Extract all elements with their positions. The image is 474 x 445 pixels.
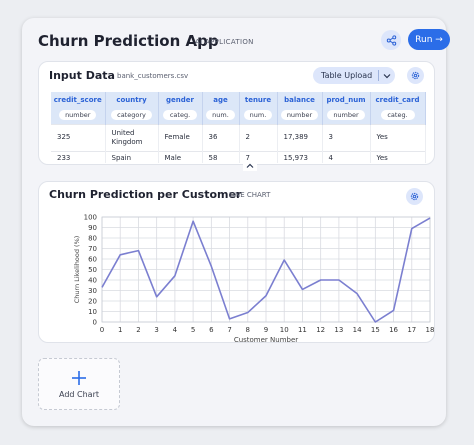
column-type-select[interactable]: num. (206, 110, 235, 121)
chevron-up-icon (246, 163, 254, 168)
x-tick-label: 13 (334, 326, 343, 334)
y-tick-label: 50 (88, 266, 97, 274)
y-tick-label: 30 (88, 287, 97, 295)
table-cell: 17,389 (277, 123, 323, 151)
column-header[interactable]: tenure (239, 92, 278, 107)
app-window: Churn Prediction App AI APPLICATION Run … (22, 18, 450, 426)
x-tick-label: 12 (316, 326, 325, 334)
table-cell: United Kingdom (105, 123, 159, 151)
table-cell: 58 (202, 150, 240, 163)
x-tick-label: 0 (100, 326, 104, 334)
table-cell: 2 (239, 123, 278, 151)
app-header: Churn Prediction App AI APPLICATION Run … (38, 29, 450, 52)
share-button[interactable] (381, 30, 401, 50)
column-header[interactable]: prod_num (322, 92, 371, 107)
x-tick-label: 11 (298, 326, 307, 334)
y-tick-label: 100 (84, 214, 97, 222)
table-cell: 36 (202, 123, 240, 151)
x-tick-label: 7 (227, 326, 231, 334)
column-type-select[interactable]: number (327, 110, 365, 121)
input-filename: bank_customers.csv (117, 72, 189, 80)
input-data-table: credit_score country gender age tenure b… (51, 92, 426, 163)
x-tick-label: 4 (173, 326, 178, 334)
column-type-select[interactable]: categ. (380, 110, 415, 121)
x-tick-label: 5 (191, 326, 195, 334)
chart-card: Churn Prediction per Customer LINE CHART… (38, 181, 435, 345)
table-cell: Female (158, 123, 203, 151)
x-tick-label: 14 (353, 326, 362, 334)
share-icon (386, 34, 396, 46)
y-tick-label: 20 (88, 298, 97, 306)
column-header[interactable]: country (105, 92, 159, 107)
table-cell: 15,973 (277, 150, 323, 163)
x-axis-label: Customer Number (234, 336, 298, 344)
table-row: 325 United Kingdom Female 36 2 17,389 3 … (51, 123, 426, 151)
x-tick-label: 10 (280, 326, 289, 334)
table-cell: 4 (322, 150, 371, 163)
chevron-down-icon[interactable] (379, 73, 395, 79)
table-cell: 325 (51, 123, 106, 151)
column-type-select[interactable]: categ. (163, 110, 197, 121)
app-title: Churn Prediction App (38, 32, 219, 50)
x-tick-label: 17 (407, 326, 416, 334)
y-tick-label: 90 (88, 224, 97, 232)
gear-icon (411, 71, 420, 80)
column-header[interactable]: credit_score (51, 92, 106, 107)
input-data-title: Input Data (49, 69, 115, 82)
y-tick-label: 10 (88, 308, 97, 316)
column-type-select[interactable]: number (280, 110, 319, 121)
table-cell: Yes (370, 123, 426, 151)
input-data-card: Input Data bank_customers.csv Table Uplo… (38, 61, 435, 171)
column-header[interactable]: credit_card (370, 92, 426, 107)
add-chart-button[interactable]: Add Chart (38, 358, 120, 410)
input-settings-button[interactable] (407, 67, 424, 84)
x-tick-label: 16 (389, 326, 398, 334)
table-upload-label: Table Upload (321, 71, 373, 80)
column-header[interactable]: balance (277, 92, 323, 107)
churn-line-chart: 01020304050607080901000 1 2 3 4 5 6 7 8 9 10 11 12 13… (73, 214, 435, 345)
table-row: 233 Spain Male 58 7 15,973 4 Yes (51, 150, 426, 163)
column-type-select[interactable]: number (59, 110, 97, 121)
table-cell: Spain (105, 150, 159, 163)
x-tick-label: 9 (264, 326, 268, 334)
y-axis-label: Churn Likelihood (%) (73, 236, 81, 304)
table-upload-button[interactable]: Table Upload (313, 67, 395, 84)
column-type-select[interactable]: category (111, 110, 152, 121)
y-tick-label: 40 (88, 277, 97, 285)
column-header[interactable]: gender (158, 92, 203, 107)
column-type-row: number category categ. num. num. number … (51, 107, 426, 124)
y-tick-label: 80 (88, 235, 97, 243)
table-cell: 3 (322, 123, 371, 151)
x-tick-label: 18 (426, 326, 435, 334)
table-cell: 233 (51, 150, 106, 163)
y-tick-label: 0 (93, 319, 97, 327)
column-header[interactable]: age (202, 92, 240, 107)
y-tick-label: 60 (88, 256, 97, 264)
table-cell: Yes (370, 150, 426, 163)
x-tick-label: 15 (371, 326, 380, 334)
y-tick-label: 70 (88, 245, 97, 253)
add-chart-label: Add Chart (58, 389, 99, 399)
collapse-table-button[interactable] (243, 160, 257, 171)
x-tick-label: 1 (118, 326, 122, 334)
table-header-row: credit_score country gender age tenure b… (51, 92, 426, 107)
x-tick-label: 2 (136, 326, 140, 334)
app-subtitle: AI APPLICATION (195, 38, 254, 46)
x-tick-label: 8 (246, 326, 250, 334)
column-type-select[interactable]: num. (243, 110, 273, 121)
x-tick-label: 3 (154, 326, 158, 334)
table-cell: Male (158, 150, 203, 163)
plus-icon (72, 370, 86, 385)
run-button[interactable]: Run → (408, 29, 450, 50)
x-tick-label: 6 (209, 326, 214, 334)
